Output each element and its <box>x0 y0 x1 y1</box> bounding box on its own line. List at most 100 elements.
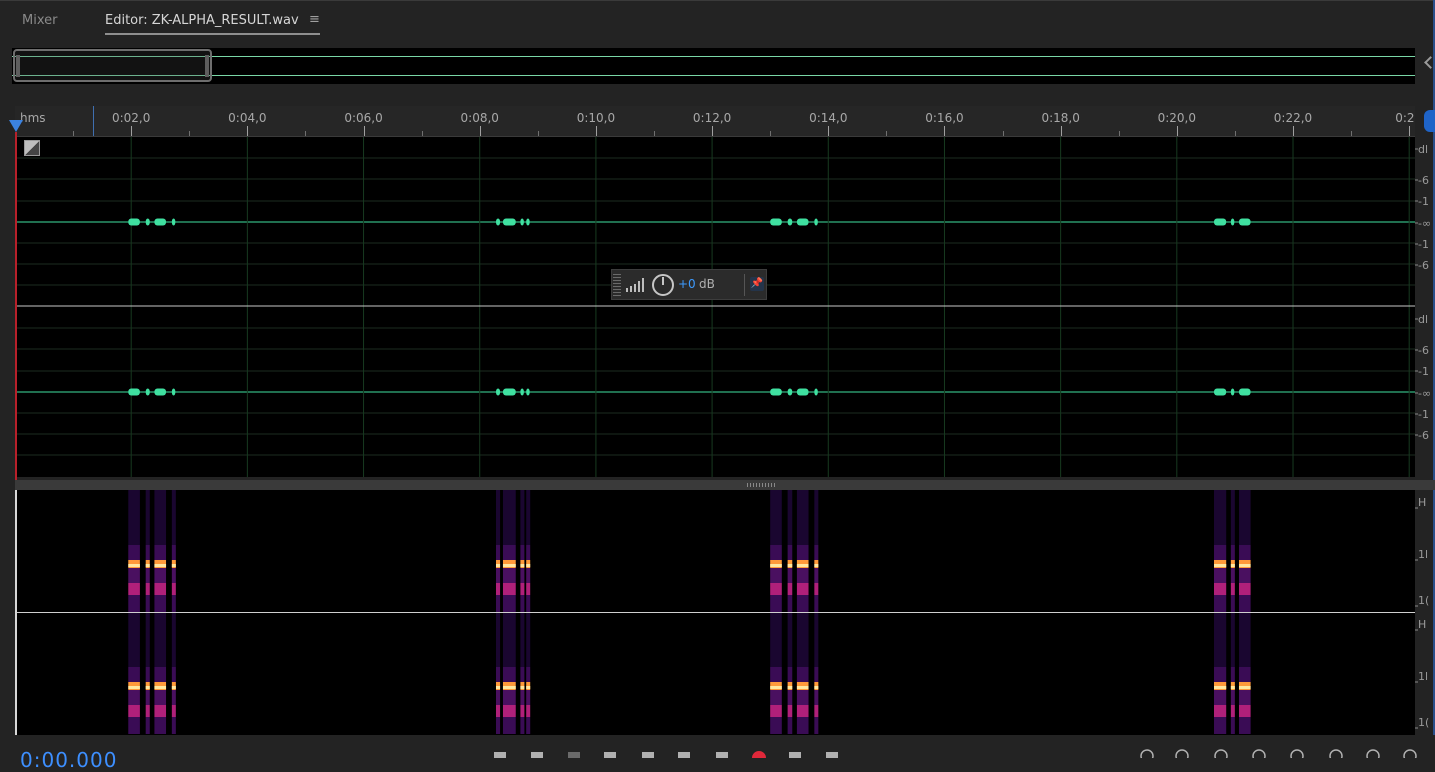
spectral-energy <box>1238 686 1251 689</box>
spectral-energy <box>154 690 167 705</box>
active-tab-indicator <box>105 33 320 35</box>
waveform-burst <box>128 218 140 226</box>
spectral-energy <box>796 667 809 682</box>
ruler-major-tick <box>1293 126 1294 136</box>
ruler-tick-label: 0:20,0 <box>1157 111 1197 125</box>
zoom-in-time-icon[interactable] <box>1214 749 1228 758</box>
volume-value[interactable]: +0 <box>678 277 696 291</box>
spectral-energy <box>1230 564 1235 567</box>
volume-knob[interactable] <box>652 274 674 296</box>
spectral-energy <box>814 717 819 734</box>
spectral-energy <box>1230 690 1235 705</box>
waveform-burst <box>1230 218 1235 226</box>
ruler-unit-label[interactable]: hms <box>20 111 46 125</box>
spectral-energy <box>1214 690 1227 705</box>
spectral-energy <box>1238 490 1251 545</box>
spectral-energy <box>502 564 516 567</box>
rewind-icon[interactable] <box>642 752 654 758</box>
spectral-energy <box>1230 545 1235 560</box>
spectral-energy <box>526 705 531 717</box>
move-to-end-icon[interactable] <box>716 752 728 758</box>
waveform-burst <box>787 388 793 396</box>
play-icon[interactable] <box>531 752 543 758</box>
splitter-grip-icon[interactable] <box>747 483 777 487</box>
spectral-energy <box>796 564 809 567</box>
zoom-in-amplitude-icon[interactable] <box>1140 749 1154 758</box>
spectral-energy <box>502 686 516 689</box>
panel-menu-icon[interactable]: ≡ <box>309 12 320 27</box>
volume-unit: dB <box>699 277 715 291</box>
zoom-controls <box>1140 749 1417 758</box>
spectral-energy <box>1238 667 1251 682</box>
zoom-in-right-icon-shape <box>1366 749 1380 758</box>
spectral-energy <box>154 490 167 545</box>
overview-navigator[interactable] <box>12 48 1415 84</box>
current-time-display[interactable]: 0:00.000 <box>20 748 117 772</box>
spectral-energy <box>770 545 782 560</box>
zoom-in-right-icon[interactable] <box>1366 749 1380 758</box>
spectral-energy <box>502 545 516 560</box>
waveform-canvas <box>15 137 1415 477</box>
waveform-burst <box>1230 388 1235 396</box>
pause-icon[interactable] <box>568 752 580 758</box>
ruler-minor-tick <box>654 131 655 136</box>
playhead-marker[interactable] <box>9 120 23 132</box>
db-scale-label: -6 <box>1418 174 1429 187</box>
fast-forward-icon[interactable] <box>678 752 690 758</box>
spectral-energy <box>171 667 176 682</box>
spectral-energy <box>814 568 819 583</box>
hud-drag-grip[interactable] <box>613 272 621 297</box>
zoom-out-time-icon[interactable] <box>1252 749 1266 758</box>
spectral-energy <box>1238 564 1251 567</box>
waveform-display[interactable] <box>15 137 1415 477</box>
view-splitter[interactable] <box>15 480 1435 490</box>
zoom-out-amplitude-icon[interactable] <box>1175 749 1189 758</box>
spectral-energy <box>1230 490 1235 545</box>
zoom-selection-icon[interactable] <box>1403 749 1417 758</box>
overview-handle-left-grip[interactable] <box>16 55 20 77</box>
spectral-energy <box>502 568 516 583</box>
toggle-view-icon[interactable] <box>24 140 40 156</box>
spectral-energy <box>796 583 809 595</box>
spectral-energy <box>1238 612 1251 667</box>
zoom-out-full-icon[interactable] <box>1290 749 1304 758</box>
spectral-energy <box>770 568 782 583</box>
hz-scale-label: 1l <box>1418 548 1428 561</box>
tab-editor[interactable]: Editor: ZK-ALPHA_RESULT.wav <box>105 13 299 28</box>
spectral-energy <box>171 595 176 612</box>
transport-controls <box>494 751 838 758</box>
spectral-energy <box>145 545 150 560</box>
spectral-energy <box>495 545 501 560</box>
skip-selection-icon[interactable] <box>826 752 838 758</box>
spectral-energy <box>154 612 167 667</box>
loop-icon[interactable] <box>789 752 801 758</box>
tab-mixer[interactable]: Mixer <box>22 13 57 28</box>
spectral-energy <box>1230 612 1235 667</box>
overview-handle-right-grip[interactable] <box>205 55 209 77</box>
stop-icon-shape <box>494 752 506 758</box>
ruler-minor-tick <box>1351 131 1353 136</box>
spectral-energy <box>128 583 140 595</box>
spectral-energy <box>770 717 782 734</box>
stop-icon[interactable] <box>494 752 506 758</box>
zoom-in-time-icon-shape <box>1214 749 1228 758</box>
overview-zoom-handle[interactable] <box>13 49 212 82</box>
move-to-start-icon[interactable] <box>604 752 616 758</box>
time-ruler[interactable]: hms 0:02,0 0:04,0 0:06,0 0:08,0 0:10,0 0:12,0… <box>15 106 1415 137</box>
record-icon[interactable] <box>752 751 766 758</box>
spectral-energy <box>128 612 140 667</box>
spectral-energy <box>814 545 819 560</box>
ruler-tick-label: 0:08,0 <box>460 111 499 125</box>
spectral-energy <box>171 564 176 567</box>
spectral-energy <box>770 690 782 705</box>
waveform-burst <box>145 388 150 396</box>
spectral-energy <box>814 690 819 705</box>
zoom-in-left-icon[interactable] <box>1329 749 1343 758</box>
spectral-energy <box>145 686 150 689</box>
spectral-energy <box>1238 568 1251 583</box>
pin-icon[interactable]: 📌 <box>750 277 764 291</box>
waveform-burst <box>770 218 782 226</box>
spectral-energy <box>154 717 167 734</box>
spectral-energy <box>1230 717 1235 734</box>
panel-settings-button[interactable] <box>1424 110 1435 132</box>
